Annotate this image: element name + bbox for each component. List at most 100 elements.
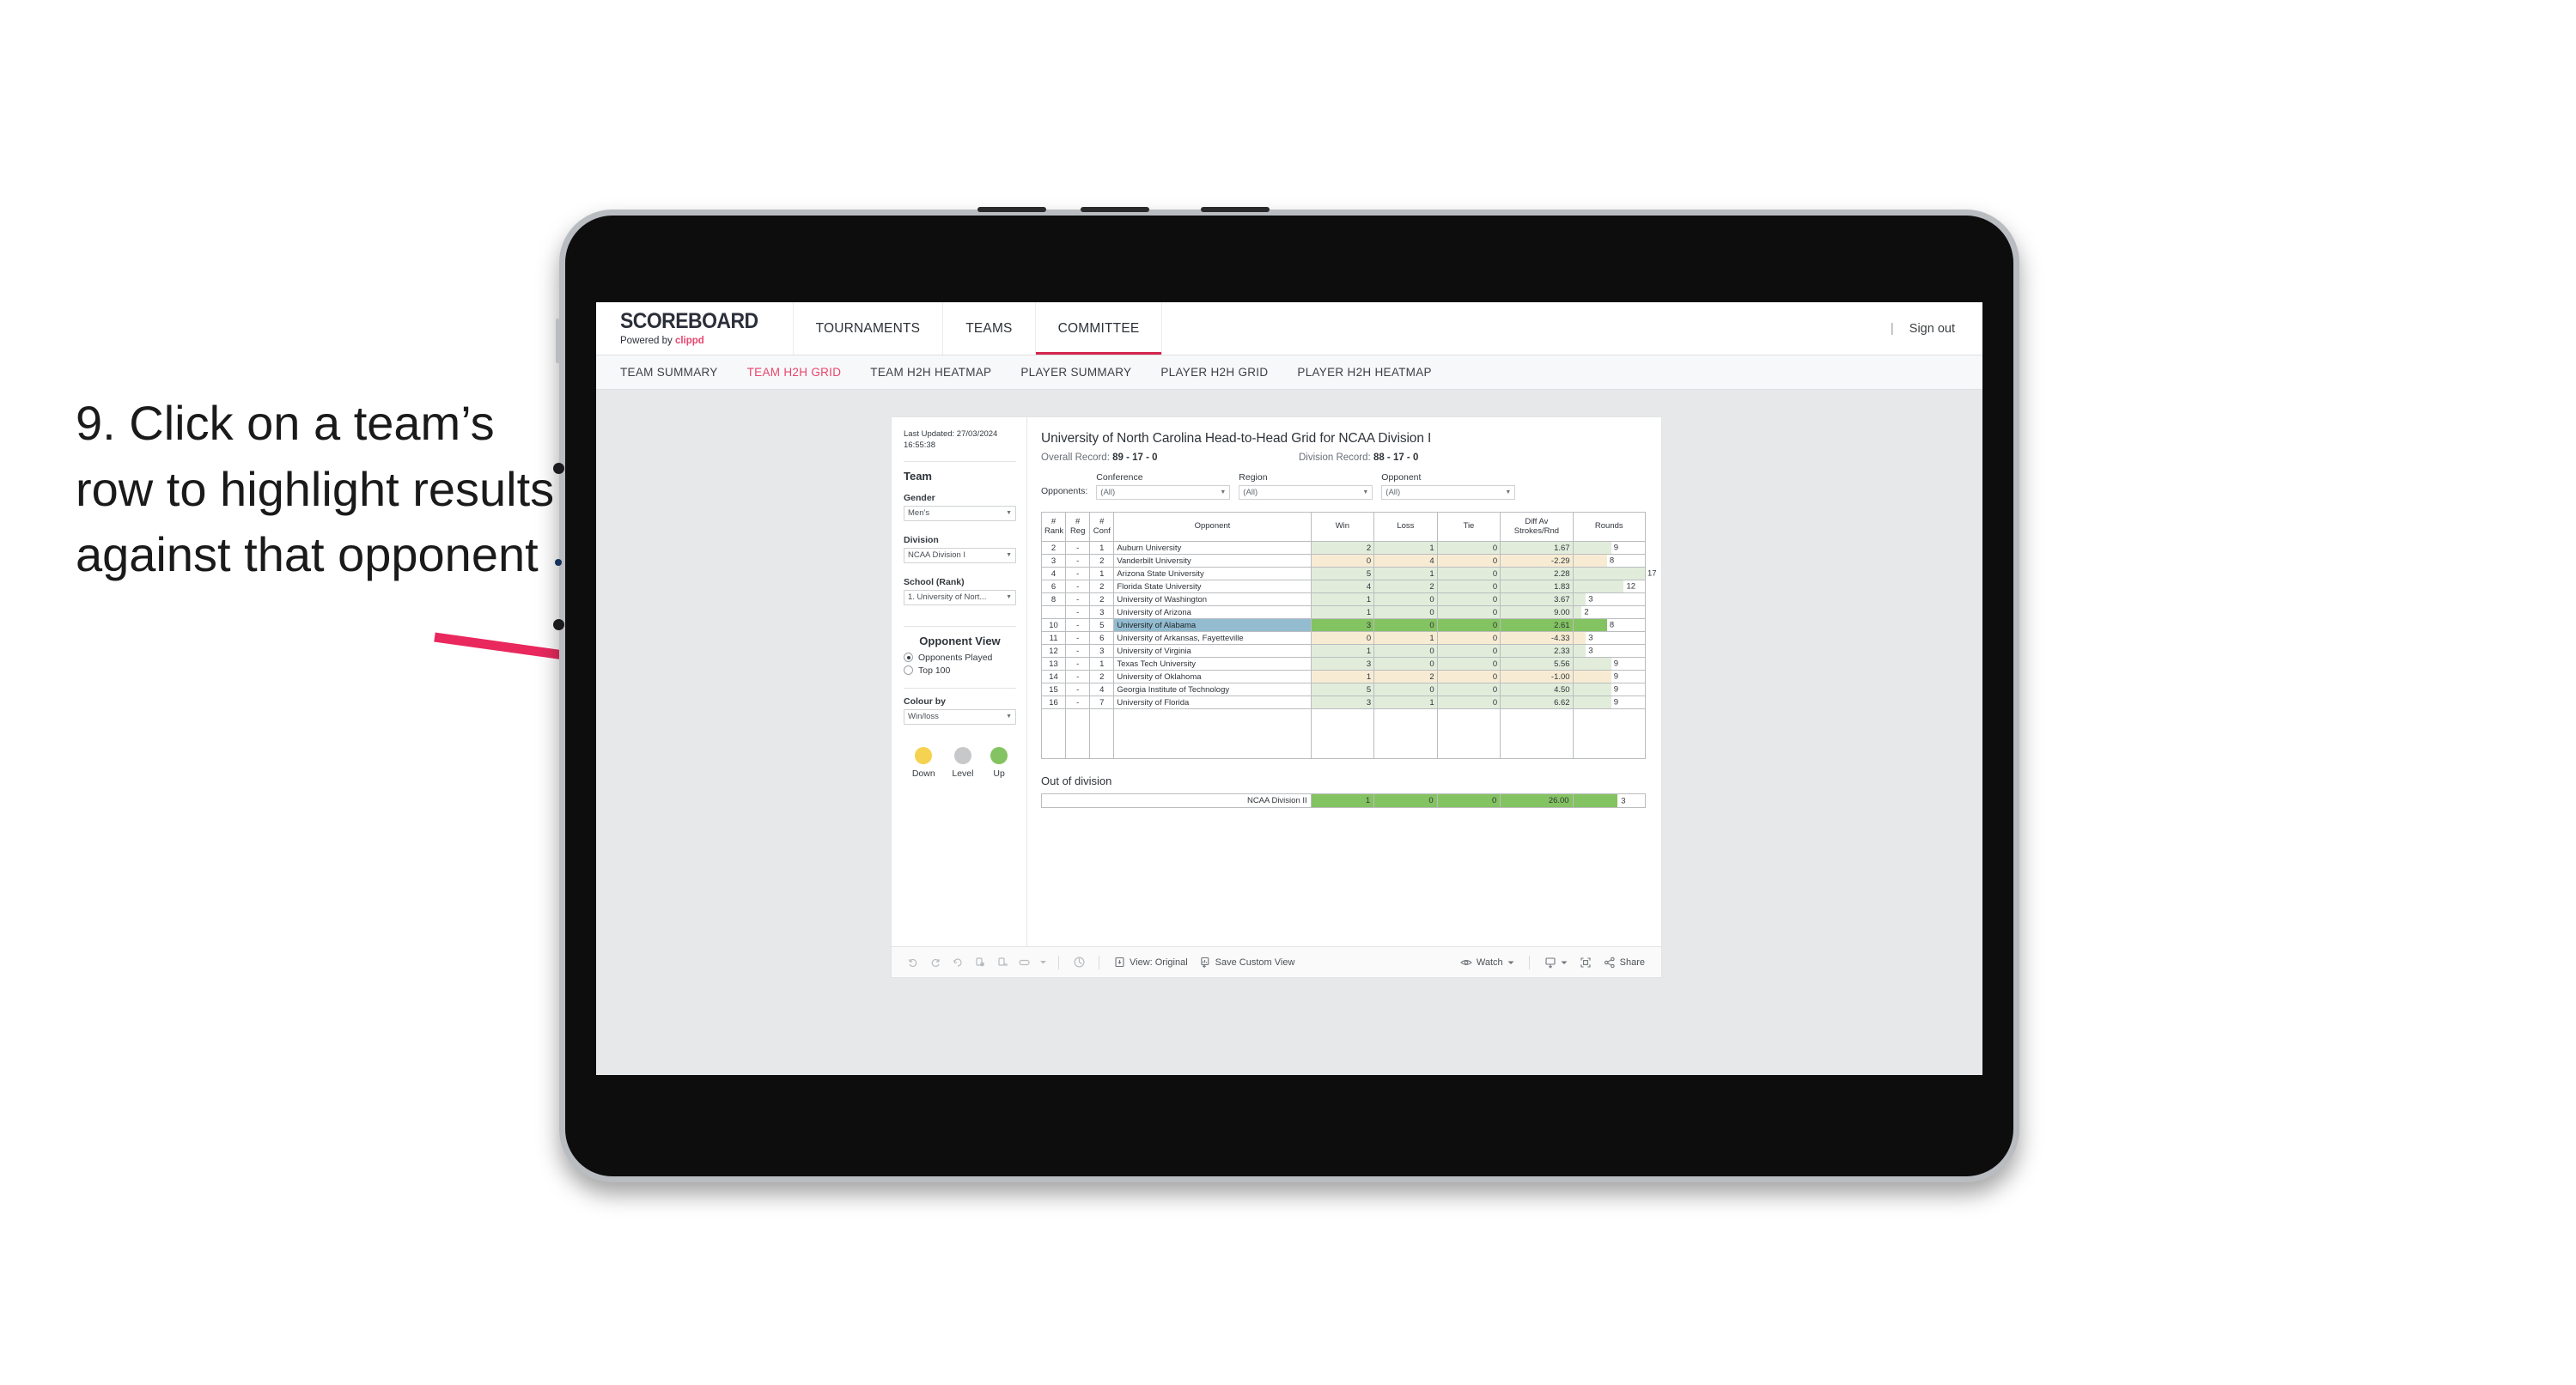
cell-diff: 6.62 — [1500, 696, 1574, 709]
spacer-cell — [1040, 708, 1067, 759]
spacer-cell — [1436, 708, 1501, 759]
rounds-value: 3 — [1588, 594, 1593, 604]
view-original-button[interactable]: View: Original — [1108, 951, 1194, 974]
cell-win: 2 — [1310, 541, 1375, 555]
nav-teams[interactable]: TEAMS — [943, 302, 1036, 355]
table-row[interactable]: 16-7 University of Florida 3 1 0 6.62 9 — [1040, 696, 1647, 709]
filter-region-select[interactable]: (All) ▼ — [1239, 485, 1373, 500]
table-row[interactable]: 2-1 Auburn University 2 1 0 1.67 9 — [1040, 541, 1647, 555]
pause-refresh-icon[interactable] — [1068, 951, 1090, 974]
tab-team-summary[interactable]: TEAM SUMMARY — [620, 366, 718, 379]
grid-header-row: # Rank # Reg # Conf Opponent Win Loss Tie D… — [1040, 512, 1647, 542]
cell-rounds-bar: 2 — [1572, 605, 1647, 619]
nav-committee[interactable]: COMMITTEE — [1035, 302, 1163, 355]
head-to-head-grid-table: # Rank # Reg # Conf Opponent Win Loss Tie D… — [1040, 512, 1657, 759]
cell-tie: 0 — [1436, 657, 1501, 671]
spacer-cell — [1500, 708, 1574, 759]
col-win[interactable]: Win — [1310, 512, 1375, 542]
table-row[interactable]: 13-1 Texas Tech University 3 0 0 5.56 9 — [1040, 657, 1647, 671]
cell-reg: - — [1065, 554, 1091, 568]
filter-opponent-value: (All) — [1385, 488, 1401, 497]
fullscreen-button[interactable] — [1574, 951, 1598, 974]
filter-conference-select[interactable]: (All) ▼ — [1096, 485, 1231, 500]
nav-tournaments[interactable]: TOURNAMENTS — [794, 302, 944, 355]
watch-button[interactable]: Watch — [1454, 951, 1520, 974]
chevron-down-icon: ▼ — [1006, 594, 1012, 601]
cell-loss: 0 — [1373, 605, 1438, 619]
col-loss[interactable]: Loss — [1373, 512, 1438, 542]
col-opponent[interactable]: Opponent — [1113, 512, 1312, 542]
save-custom-view-button[interactable]: Save Custom View — [1194, 951, 1301, 974]
cell-rounds-bar: 9 — [1572, 670, 1647, 683]
table-spacer-row — [1040, 708, 1647, 759]
col-tie[interactable]: Tie — [1436, 512, 1501, 542]
cell-opponent: University of Virginia — [1113, 644, 1312, 658]
table-row[interactable]: 15-4 Georgia Institute of Technology 5 0 0 4.… — [1040, 683, 1647, 696]
undo-icon[interactable] — [902, 951, 924, 974]
cell-rounds-bar: 9 — [1572, 657, 1647, 671]
cell-win: 1 — [1310, 592, 1375, 606]
tab-team-h2h-heatmap[interactable]: TEAM H2H HEATMAP — [870, 366, 991, 379]
last-updated-text: Last Updated: 27/03/2024 16:55:38 — [904, 429, 998, 450]
col-diff[interactable]: Diff Av Strokes/Rnd — [1500, 512, 1574, 542]
school-select[interactable]: 1. University of Nort... ▼ — [904, 589, 1016, 605]
out-of-division-row[interactable]: NCAA Division II 1 0 0 26.00 3 — [1041, 793, 1647, 808]
table-row[interactable]: -3 University of Arizona 1 0 0 9.00 2 — [1040, 605, 1647, 619]
cell-rank: 14 — [1040, 670, 1067, 683]
save-view-icon — [1200, 957, 1211, 968]
cell-loss: 1 — [1373, 541, 1438, 555]
chevron-down-icon: ▼ — [1505, 489, 1512, 495]
col-rank[interactable]: # Rank — [1040, 512, 1067, 542]
table-row[interactable]: 10-5 University of Alabama 3 0 0 2.61 8 — [1040, 618, 1647, 632]
table-row[interactable]: 8-2 University of Washington 1 0 0 3.67 3 — [1040, 592, 1647, 606]
filter-opponent-select[interactable]: (All) ▼ — [1381, 485, 1516, 500]
colour-by-select[interactable]: Win/loss ▼ — [904, 708, 1016, 725]
gender-select[interactable]: Men’s ▼ — [904, 505, 1016, 521]
division-select[interactable]: NCAA Division I ▼ — [904, 547, 1016, 563]
col-reg[interactable]: # Reg — [1065, 512, 1091, 542]
cell-opponent: Auburn University — [1113, 541, 1312, 555]
chevron-down-icon[interactable] — [1036, 951, 1050, 974]
share-button[interactable]: Share — [1598, 951, 1651, 974]
cell-loss: 0 — [1373, 657, 1438, 671]
sign-out-link[interactable]: Sign out — [1909, 322, 1955, 336]
radio-top-100[interactable]: Top 100 — [904, 665, 1016, 676]
tab-team-h2h-grid[interactable]: TEAM H2H GRID — [747, 366, 842, 379]
revert-icon[interactable] — [947, 951, 969, 974]
tab-player-h2h-heatmap[interactable]: PLAYER H2H HEATMAP — [1297, 366, 1431, 379]
rounds-bar — [1573, 606, 1582, 618]
pause-auto-update-icon[interactable] — [991, 951, 1014, 974]
download-button[interactable] — [1538, 951, 1574, 974]
pill-icon[interactable] — [1014, 951, 1036, 974]
view-icon — [1114, 957, 1125, 968]
cell-conf: 6 — [1089, 631, 1115, 645]
table-row[interactable]: 4-1 Arizona State University 5 1 0 2.28 17 — [1040, 567, 1657, 580]
col-conf[interactable]: # Conf — [1089, 512, 1115, 542]
cell-tie: 0 — [1436, 696, 1501, 709]
cell-win: 5 — [1310, 683, 1375, 696]
cell-conf: 4 — [1089, 683, 1115, 696]
tab-player-h2h-grid[interactable]: PLAYER H2H GRID — [1160, 366, 1268, 379]
brand-logo[interactable]: SCOREBOARD Powered by clippd — [596, 302, 794, 355]
cell-rounds-bar: 3 — [1572, 644, 1647, 658]
table-row[interactable]: 6-2 Florida State University 4 2 0 1.83 12 — [1040, 580, 1647, 593]
rounds-value: 2 — [1584, 607, 1589, 617]
redo-icon[interactable] — [924, 951, 947, 974]
table-row[interactable]: 12-3 University of Virginia 1 0 0 2.33 3 — [1040, 644, 1647, 658]
cell-opponent: Vanderbilt University — [1113, 554, 1312, 568]
radio-opponents-played[interactable]: Opponents Played — [904, 653, 1016, 663]
col-rounds[interactable]: Rounds — [1572, 512, 1647, 542]
cell-tie: 0 — [1436, 580, 1501, 593]
sub-navigation-bar: TEAM SUMMARY TEAM H2H GRID TEAM H2H HEAT… — [596, 355, 1982, 390]
rounds-value: 17 — [1647, 568, 1657, 579]
slide-canvas: 9. Click on a team’s row to highlight re… — [0, 0, 2576, 1385]
filter-conference: Conference (All) ▼ — [1096, 472, 1231, 500]
rounds-bar — [1573, 645, 1586, 657]
table-row[interactable]: 11-6 University of Arkansas, Fayetteville… — [1040, 631, 1647, 645]
tab-player-summary[interactable]: PLAYER SUMMARY — [1020, 366, 1131, 379]
table-row[interactable]: 14-2 University of Oklahoma 1 2 0 -1.00 9 — [1040, 670, 1647, 683]
table-row[interactable]: 3-2 Vanderbilt University 0 4 0 -2.29 8 — [1040, 554, 1647, 568]
panel-divider-2 — [904, 625, 1016, 627]
cell-loss: 4 — [1373, 554, 1438, 568]
refresh-icon[interactable] — [969, 951, 991, 974]
